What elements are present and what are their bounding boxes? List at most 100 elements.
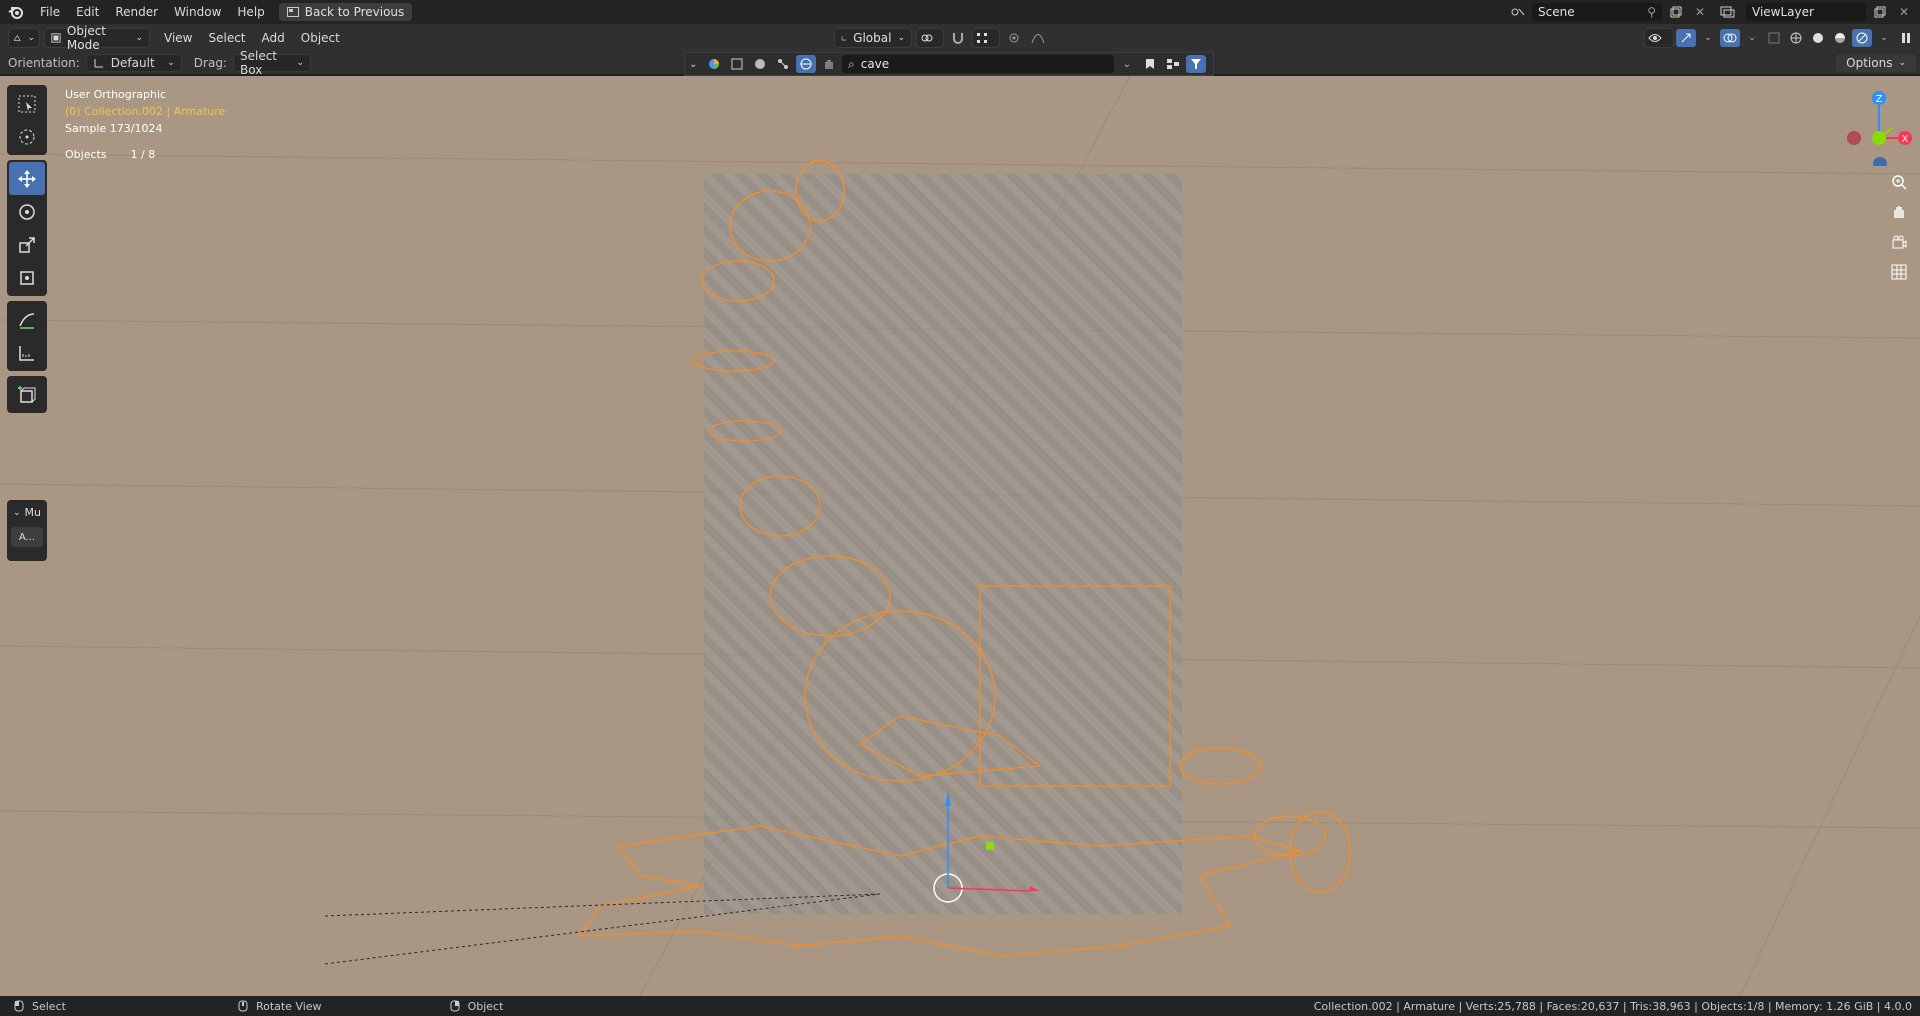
menu-add[interactable]: Add xyxy=(254,31,293,45)
select-box-tool[interactable] xyxy=(9,87,45,120)
panel-action-button[interactable]: A... xyxy=(11,527,43,547)
transform-tool[interactable] xyxy=(9,261,45,294)
gizmo-toggle-icon[interactable] xyxy=(1676,29,1696,47)
filter-hand-icon[interactable] xyxy=(819,55,839,73)
drag-dropdown[interactable]: Select Box ⌄ xyxy=(232,49,311,77)
blender-logo-icon[interactable] xyxy=(0,0,32,24)
falloff-curve-icon[interactable] xyxy=(1028,29,1048,47)
editor-type-dropdown[interactable]: ⌄ xyxy=(8,28,40,48)
visibility-dropdown[interactable] xyxy=(1644,28,1674,48)
zoom-view-button[interactable] xyxy=(1887,170,1911,194)
collapse-chevron-icon[interactable]: ⌄ xyxy=(689,59,701,70)
menu-file[interactable]: File xyxy=(32,0,68,24)
delete-scene-icon[interactable]: ✕ xyxy=(1690,3,1710,21)
shading-wireframe-icon[interactable] xyxy=(1786,29,1806,47)
delete-view-layer-icon[interactable]: ✕ xyxy=(1894,3,1914,21)
snap-magnet-icon[interactable] xyxy=(948,29,968,47)
measure-tool[interactable] xyxy=(9,336,45,369)
drag-value: Select Box xyxy=(239,49,278,77)
overlays-toggle-icon[interactable] xyxy=(1720,29,1740,47)
armature-overlay[interactable] xyxy=(0,76,1920,996)
status-rotate-label: Rotate View xyxy=(255,999,322,1013)
navigation-gizmo[interactable]: Z X xyxy=(1842,86,1912,171)
back-to-previous-label: Back to Previous xyxy=(304,5,405,19)
pivot-point-dropdown[interactable] xyxy=(916,28,944,48)
mouse-right-icon xyxy=(450,1000,460,1012)
asset-search-input[interactable]: ⌕ cave xyxy=(842,55,1114,73)
filter-nodes-icon[interactable] xyxy=(773,55,793,73)
pin-icon[interactable]: ⚲ xyxy=(1647,5,1656,19)
menu-view[interactable]: View xyxy=(156,31,200,45)
shading-dropdown-icon[interactable]: ⌄ xyxy=(1874,29,1894,47)
color-wheel-icon[interactable] xyxy=(704,55,724,73)
annotate-tool[interactable] xyxy=(9,303,45,336)
orientation-icon xyxy=(94,59,103,68)
pause-render-icon[interactable] xyxy=(1896,29,1916,47)
camera-view-button[interactable] xyxy=(1887,230,1911,254)
mode-dropdown[interactable]: Object Mode ⌄ xyxy=(44,24,150,52)
cursor-tool[interactable] xyxy=(9,120,45,153)
view-layer-field[interactable]: ViewLayer xyxy=(1746,3,1866,21)
top-menu-bar: File Edit Render Window Help Back to Pre… xyxy=(0,0,1920,24)
shading-material-icon[interactable] xyxy=(1830,29,1850,47)
menu-select[interactable]: Select xyxy=(200,31,253,45)
orientation-value: Default xyxy=(110,56,155,70)
menu-window[interactable]: Window xyxy=(166,0,229,24)
options-button[interactable]: Options ⌄ xyxy=(1836,54,1916,72)
gizmo-dropdown-icon[interactable]: ⌄ xyxy=(1698,29,1718,47)
cursor-icon xyxy=(19,129,35,144)
xray-toggle-icon[interactable] xyxy=(1764,29,1784,47)
move-icon xyxy=(18,169,36,188)
overlays-dropdown-icon[interactable]: ⌄ xyxy=(1742,29,1762,47)
scale-tool[interactable] xyxy=(9,228,45,261)
transform-orientation-dropdown[interactable]: Global ⌄ xyxy=(834,28,912,48)
menu-object[interactable]: Object xyxy=(293,31,348,45)
orientation-dropdown[interactable]: Default ⌄ xyxy=(85,54,182,72)
gizmo-x-label: X xyxy=(1902,134,1909,145)
transform-icon xyxy=(20,270,34,285)
new-view-layer-icon[interactable] xyxy=(1870,3,1890,21)
bookmark-icon[interactable] xyxy=(1140,55,1160,73)
annotate-tools-group xyxy=(7,301,47,371)
view-layer-name: ViewLayer xyxy=(1752,5,1814,19)
clear-search-icon[interactable]: ⌄ xyxy=(1117,55,1137,73)
gizmo-neg-z xyxy=(1873,157,1887,171)
mouse-middle-icon xyxy=(238,1000,248,1012)
options-label: Options xyxy=(1846,56,1893,70)
display-mode-icon[interactable] xyxy=(1163,55,1183,73)
move-tool[interactable] xyxy=(9,162,45,195)
shading-rendered-icon[interactable] xyxy=(1852,29,1872,47)
pivot-icon xyxy=(921,34,933,42)
mode-label: Object Mode xyxy=(66,24,107,52)
global-axes-icon xyxy=(841,35,847,41)
panel-header[interactable]: ⌄ Mu xyxy=(7,500,47,519)
scene-selector-icon[interactable] xyxy=(1508,3,1528,21)
menu-help[interactable]: Help xyxy=(229,0,272,24)
search-filter-strip: ⌄ ⌕ cave ⌄ xyxy=(684,52,1214,76)
grid-icon xyxy=(1891,264,1907,280)
rotate-tool[interactable] xyxy=(9,195,45,228)
filter-material-icon[interactable] xyxy=(750,55,770,73)
object-mode-icon xyxy=(51,33,61,43)
toggle-perspective-button[interactable] xyxy=(1887,260,1911,284)
menu-render[interactable]: Render xyxy=(107,0,166,24)
transform-orientation-label: Global xyxy=(853,31,892,45)
hand-icon xyxy=(1894,206,1904,218)
shading-solid-icon[interactable] xyxy=(1808,29,1828,47)
filter-object-icon[interactable] xyxy=(727,55,747,73)
filter-world-icon[interactable] xyxy=(796,55,816,73)
proportional-edit-icon[interactable] xyxy=(1004,29,1024,47)
new-scene-icon[interactable] xyxy=(1666,3,1686,21)
status-select-label: Select xyxy=(32,999,66,1013)
filter-funnel-icon[interactable] xyxy=(1186,55,1206,73)
zoom-icon xyxy=(1892,175,1907,190)
snap-target-dropdown[interactable] xyxy=(972,28,1000,48)
menu-edit[interactable]: Edit xyxy=(68,0,107,24)
view-layer-icon[interactable] xyxy=(1714,3,1742,21)
3d-viewport[interactable]: User Orthographic (0) Collection.002 | A… xyxy=(0,76,1920,996)
pan-view-button[interactable] xyxy=(1887,200,1911,224)
panel-collapse-icon: ⌄ xyxy=(13,507,21,518)
add-cube-tool[interactable] xyxy=(9,378,45,411)
back-to-previous-button[interactable]: Back to Previous xyxy=(278,3,413,21)
scene-name-field[interactable]: Scene ⚲ xyxy=(1532,3,1662,21)
